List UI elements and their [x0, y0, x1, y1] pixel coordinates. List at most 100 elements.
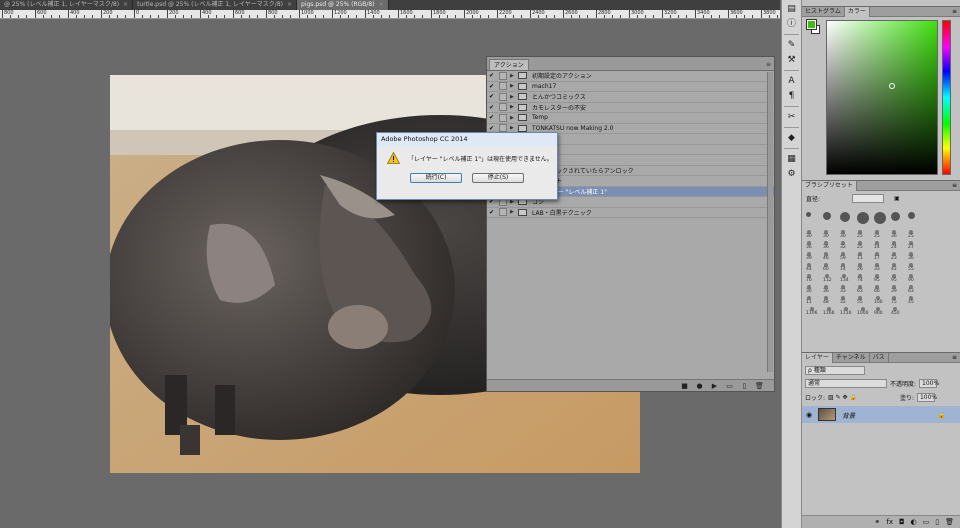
brush-icon[interactable]: ✎ [784, 39, 799, 51]
brush-preset[interactable]: 63 [908, 285, 914, 294]
brush-options-icon[interactable]: ▣ [894, 195, 900, 202]
brush-preset[interactable]: 450 [891, 307, 900, 316]
expand-icon[interactable]: ▶ [510, 209, 518, 215]
check-icon[interactable]: ✔ [487, 114, 496, 121]
brush-preset[interactable]: 14 [840, 263, 846, 272]
brush-preset[interactable]: 30 [806, 230, 812, 239]
brush-preset[interactable]: 74 [857, 274, 863, 283]
action-set-row[interactable]: ✔ ▶ カモレスターの不安 [487, 103, 774, 113]
brush-preset[interactable]: 36 [806, 285, 812, 294]
brush-preset[interactable]: 95 [891, 274, 897, 283]
brush-preset[interactable] [823, 212, 831, 220]
action-set-row[interactable]: ✔ ▶ とんかつコミックス [487, 92, 774, 103]
brush-preset[interactable] [806, 212, 811, 217]
panel-menu-icon[interactable]: ≡ [952, 353, 960, 362]
action-set-row[interactable]: ✔ ▶ 初期設定のアクション [487, 71, 774, 82]
check-icon[interactable]: ✔ [487, 209, 496, 216]
expand-icon[interactable]: ▶ [510, 73, 518, 79]
brush-preset[interactable]: 24 [891, 241, 897, 250]
brush-preset[interactable]: 90 [908, 274, 914, 283]
brush-preset[interactable] [874, 212, 886, 224]
tab-color[interactable]: カラー [844, 7, 870, 17]
new-set-icon[interactable]: ▭ [725, 382, 734, 390]
3d-icon[interactable]: ◆ [784, 132, 799, 144]
tab-brush-presets[interactable]: ブラシプリセット [802, 181, 857, 191]
layer-row-background[interactable]: ◉ 背景 🔒 [802, 406, 960, 423]
lock-icons[interactable]: ▨ ✎ ✥ 🔒 [828, 394, 857, 401]
new-layer-icon[interactable]: ▯ [935, 518, 939, 526]
dialog-toggle[interactable] [499, 103, 507, 112]
check-icon[interactable]: ✔ [487, 72, 496, 79]
new-action-icon[interactable]: ▯ [740, 382, 749, 390]
brush-preset[interactable]: 42 [891, 263, 897, 272]
brush-preset[interactable]: 70 [806, 274, 812, 283]
brush-preset[interactable]: 55 [908, 263, 914, 272]
brush-preset[interactable]: 39 [806, 252, 812, 261]
brush-preset[interactable]: 25 [857, 230, 863, 239]
group-icon[interactable]: ▭ [923, 518, 930, 526]
record-icon[interactable]: ● [695, 382, 704, 390]
tools-icon[interactable]: ✂ [784, 111, 799, 123]
brush-preset[interactable]: 60 [823, 263, 829, 272]
trash-icon[interactable]: 🗑 [755, 382, 764, 390]
brush-preset[interactable]: 134 [840, 274, 849, 283]
brush-preset[interactable] [908, 212, 915, 219]
dialog-toggle[interactable] [499, 113, 507, 122]
brush-preset[interactable]: 1166 [823, 307, 834, 316]
brush-preset[interactable]: 33 [840, 285, 846, 294]
close-icon[interactable]: × [123, 0, 128, 10]
trash-icon[interactable]: 🗑 [945, 518, 954, 526]
brush-preset[interactable]: 36 [908, 252, 914, 261]
hue-slider[interactable] [942, 20, 951, 175]
tab-histogram[interactable]: ヒストグラム [802, 7, 845, 17]
brush-preset[interactable] [840, 212, 850, 222]
brush-preset[interactable]: 30 [840, 230, 846, 239]
check-icon[interactable]: ✔ [487, 83, 496, 90]
fx-icon[interactable]: fx [886, 518, 893, 526]
brush-preset[interactable]: 17 [874, 252, 880, 261]
foreground-color-swatch[interactable] [806, 19, 817, 30]
timeline-icon[interactable]: ⚙ [784, 168, 799, 180]
mask-icon[interactable]: ◘ [899, 518, 905, 526]
brush-preset[interactable]: 23 [891, 252, 897, 261]
action-set-row[interactable]: ✔ ▶ mach17 [487, 82, 774, 92]
stop-button[interactable]: 停止(S) [472, 173, 524, 183]
check-icon[interactable]: ✔ [487, 125, 496, 132]
brush-preset[interactable]: 32 [840, 241, 846, 250]
link-icon[interactable]: ⚭ [874, 518, 880, 526]
info-icon[interactable]: ⓘ [784, 18, 799, 30]
dialog-toggle[interactable] [499, 92, 507, 101]
color-field[interactable] [826, 20, 938, 175]
document-tab[interactable]: turtle.psd @ 25% (レベル補正 1, レイヤーマスク/8) × [133, 0, 298, 10]
paragraph-icon[interactable]: ¶ [784, 90, 799, 102]
brush-preset[interactable]: 26 [857, 263, 863, 272]
brush-preset[interactable]: 55 [857, 296, 863, 305]
brush-preset[interactable]: 1000 [857, 307, 868, 316]
expand-icon[interactable]: ▶ [510, 83, 518, 89]
brush-preset[interactable]: 11 [806, 296, 812, 305]
brush-size-slider[interactable] [852, 194, 885, 203]
document-tab[interactable]: @ 25% (レベル補正 1, レイヤーマスク/8) × [0, 0, 134, 10]
opacity-input[interactable]: 100% [919, 378, 939, 388]
brush-preset[interactable]: 46 [823, 252, 829, 261]
actions-scrollbar[interactable] [767, 72, 773, 372]
brush-preset[interactable]: 63 [857, 285, 863, 294]
brush-preset[interactable]: 11 [857, 252, 863, 261]
measurement-icon[interactable]: ▦ [784, 153, 799, 165]
brush-preset[interactable]: 36 [823, 241, 829, 250]
brush-preset[interactable]: 900 [874, 307, 883, 316]
brush-preset[interactable]: 25 [874, 230, 880, 239]
character-icon[interactable]: A [784, 75, 799, 87]
brush-preset[interactable]: 36 [891, 230, 897, 239]
brush-preset[interactable]: 59 [840, 252, 846, 261]
close-icon[interactable]: × [379, 0, 384, 10]
play-icon[interactable]: ▶ [710, 382, 719, 390]
expand-icon[interactable]: ▶ [510, 125, 518, 131]
brush-preset[interactable]: 33 [874, 263, 880, 272]
brush-preset[interactable]: 36 [823, 285, 829, 294]
brush-preset[interactable]: 45 [908, 296, 914, 305]
brush-preset[interactable]: 30 [823, 230, 829, 239]
expand-icon[interactable]: ▶ [510, 94, 518, 100]
brush-preset[interactable]: 48 [823, 296, 829, 305]
brush-preset[interactable]: 27 [908, 241, 914, 250]
